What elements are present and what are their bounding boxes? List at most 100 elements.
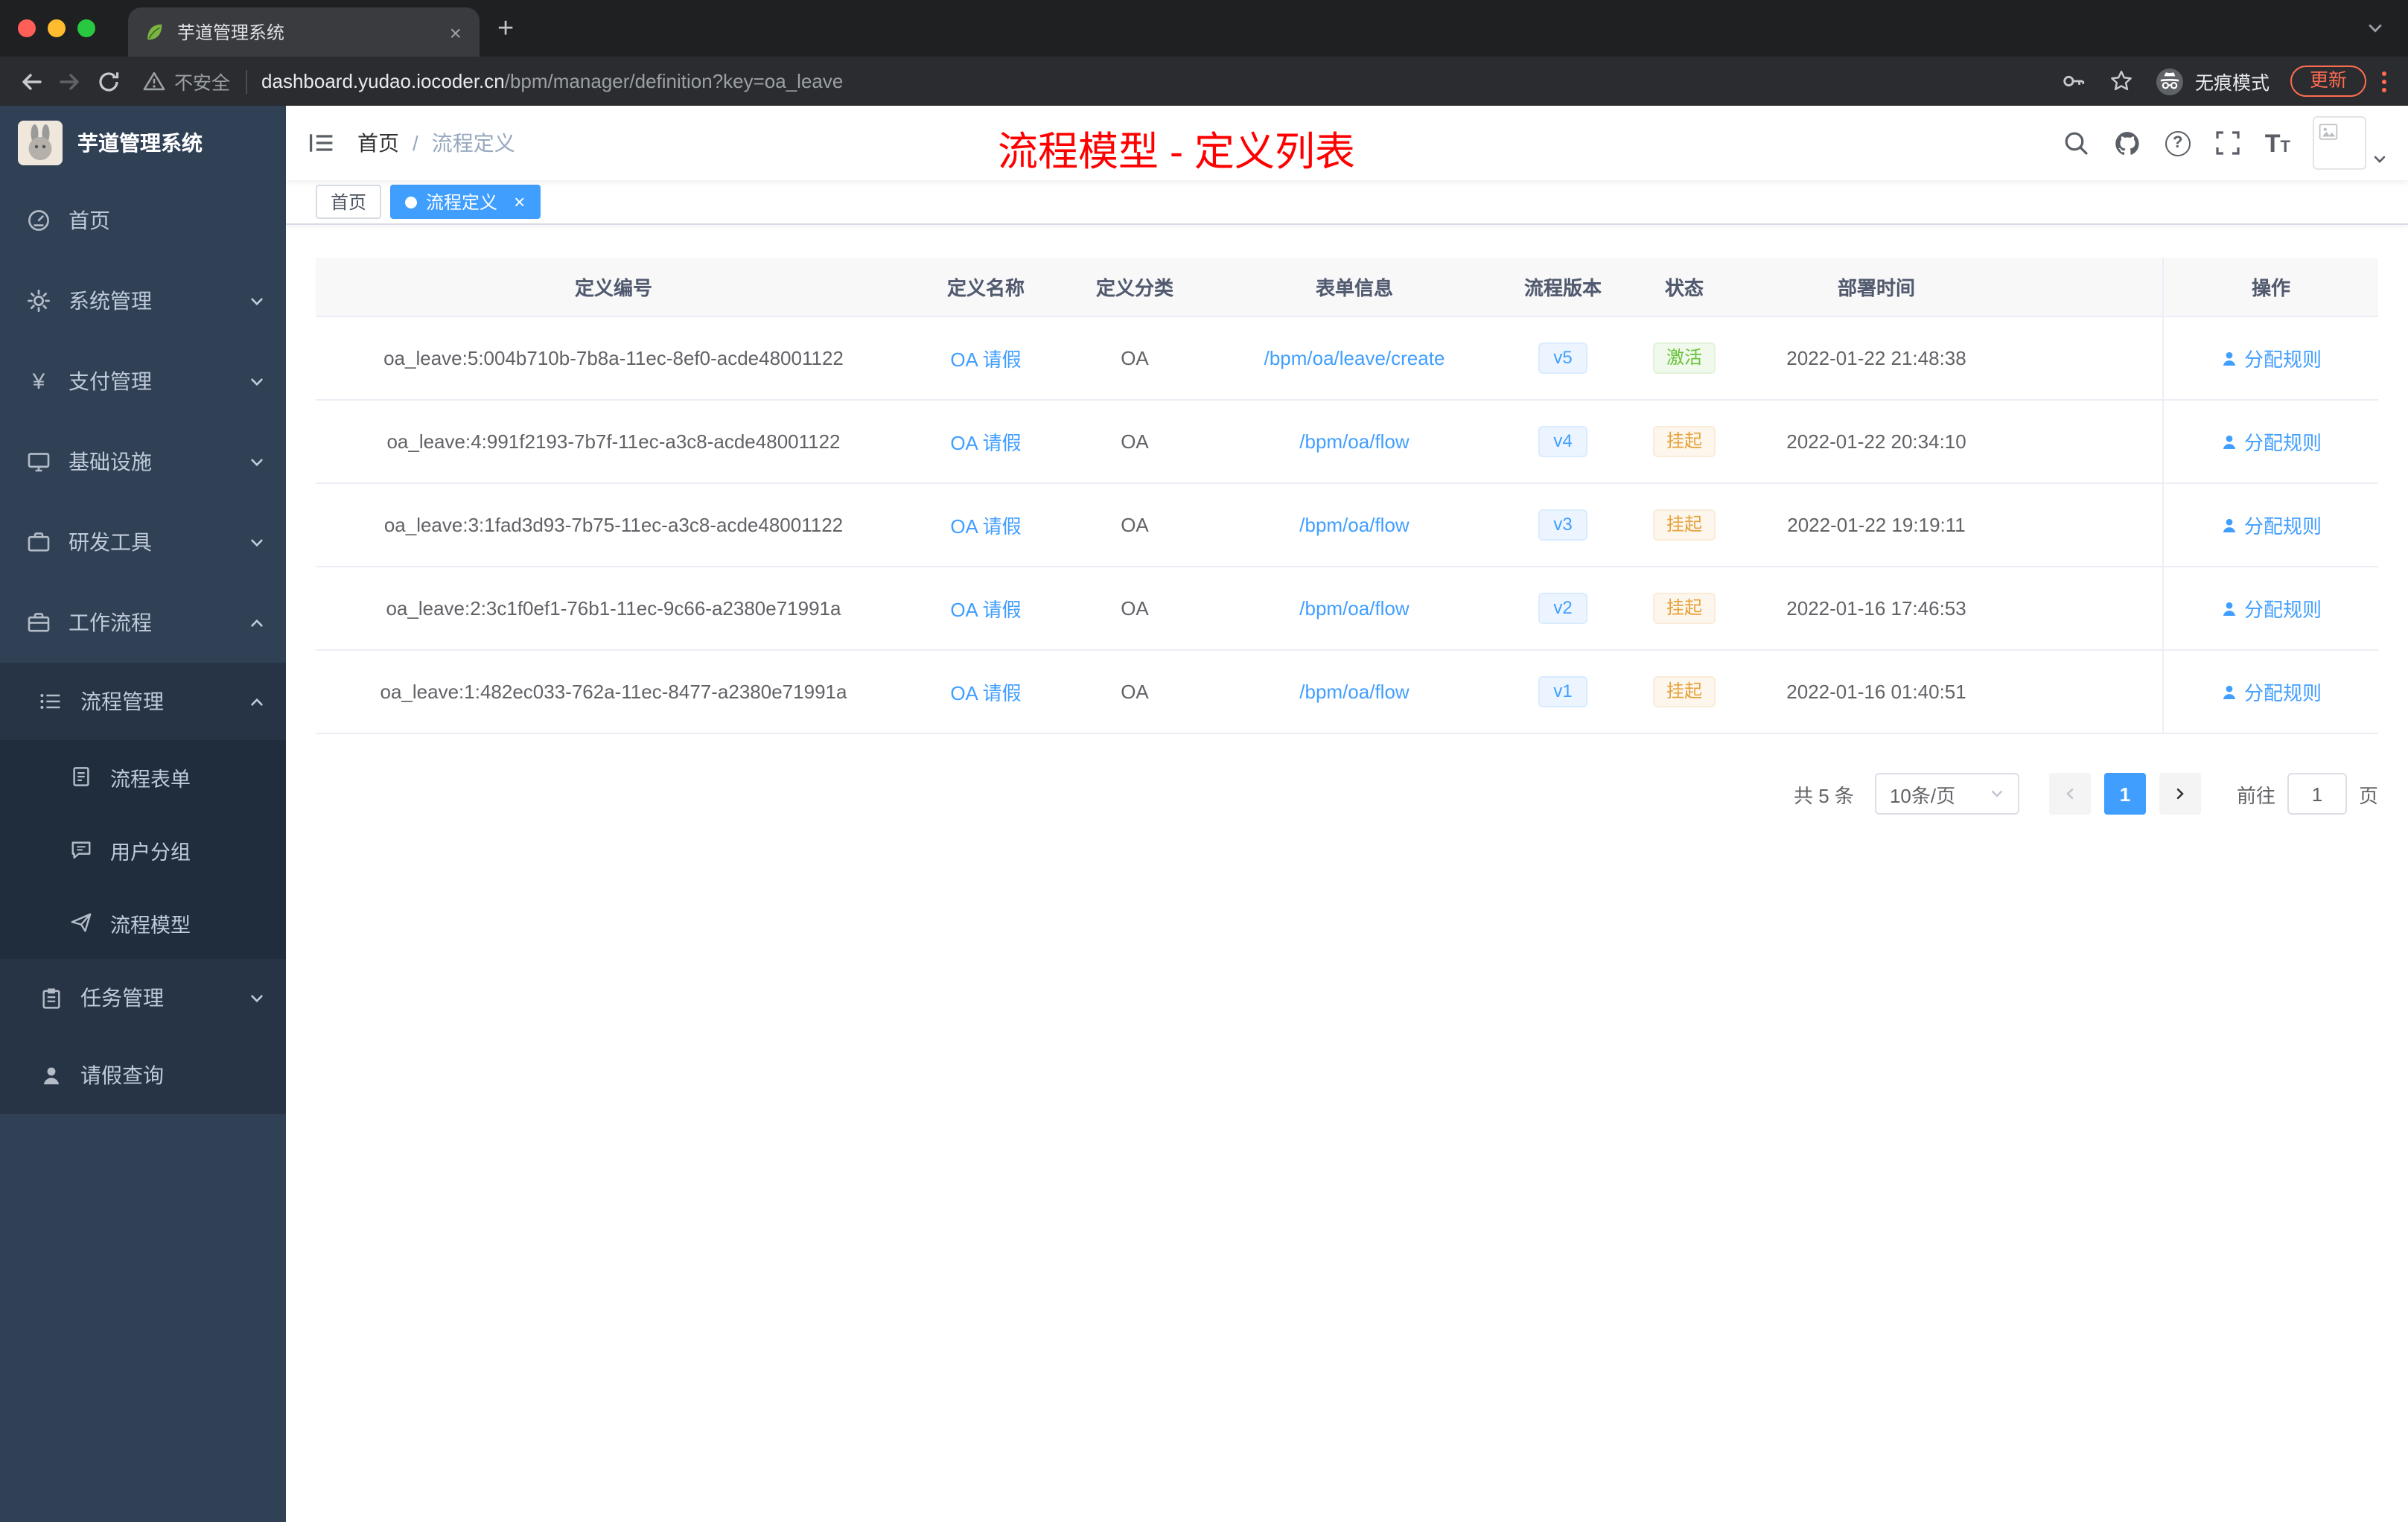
next-page-button[interactable] [2159, 773, 2201, 815]
assign-rule-link[interactable]: 分配规则 [2220, 594, 2322, 623]
chevron-down-icon [249, 534, 265, 550]
cell-definition-id: oa_leave:4:991f2193-7b7f-11ec-a3c8-acde4… [386, 430, 841, 453]
reload-icon[interactable] [89, 62, 128, 101]
tab-close-icon[interactable]: × [447, 22, 465, 42]
page-number-button[interactable]: 1 [2103, 773, 2146, 815]
chevron-up-icon [249, 614, 265, 631]
incognito-icon [2156, 68, 2183, 95]
version-badge: v3 [1538, 509, 1587, 541]
sidebar-item-label: 首页 [69, 208, 110, 232]
assign-rule-link[interactable]: 分配规则 [2220, 344, 2322, 372]
definition-name-link[interactable]: OA 请假 [950, 427, 1021, 456]
version-badge: v5 [1538, 342, 1587, 375]
main-area: 首页 / 流程定义 流程模型 - 定义列表 ? TT 首页 流程定义 × 定义编… [286, 106, 2408, 1522]
sidebar-item-home[interactable]: 首页 [0, 180, 286, 261]
sidebar-item-payment[interactable]: ¥ 支付管理 [0, 341, 286, 421]
search-icon[interactable] [2061, 128, 2091, 158]
column-header: 定义编号 [574, 277, 652, 299]
form-link[interactable]: /bpm/oa/flow [1299, 681, 1409, 703]
chevron-down-icon [249, 453, 265, 470]
cell-deploy-time: 2022-01-22 21:48:38 [1786, 347, 1966, 369]
tab-search-chevron-icon[interactable] [2366, 19, 2384, 37]
sidebar-item-process-management[interactable]: 流程管理 [0, 663, 286, 740]
sidebar-item-devtools[interactable]: 研发工具 [0, 502, 286, 582]
sidebar-toggle-hamburger-icon[interactable] [286, 106, 357, 180]
browser-tab[interactable]: 芋道管理系统 × [128, 7, 480, 57]
version-badge: v1 [1538, 675, 1587, 708]
sidebar-item-system[interactable]: 系统管理 [0, 261, 286, 341]
bookmark-star-icon[interactable] [2104, 63, 2140, 99]
form-link[interactable]: /bpm/oa/leave/create [1264, 347, 1445, 369]
font-size-icon[interactable]: TT [2265, 130, 2290, 156]
chat-users-icon [69, 838, 92, 862]
password-key-icon[interactable] [2057, 63, 2092, 99]
breadcrumb: 首页 / 流程定义 [357, 128, 515, 158]
document-icon [69, 765, 92, 789]
definition-name-link[interactable]: OA 请假 [950, 678, 1021, 706]
app-root: 芋道管理系统 首页 系统管理 ¥ 支付管理 基础设施 研发工具 工作流程 流程管… [0, 106, 2408, 1522]
assign-rule-link[interactable]: 分配规则 [2220, 678, 2322, 706]
breadcrumb-home[interactable]: 首页 [357, 128, 399, 158]
sidebar-item-user-groups[interactable]: 用户分组 [0, 813, 286, 886]
toolbar-divider [245, 69, 247, 93]
total-count: 共 5 条 [1794, 784, 1854, 806]
sidebar-item-process-form[interactable]: 流程表单 [0, 740, 286, 813]
sidebar-item-process-model[interactable]: 流程模型 [0, 886, 286, 959]
yen-icon: ¥ [32, 369, 45, 394]
cell-definition-id: oa_leave:2:3c1f0ef1-76b1-11ec-9c66-a2380… [386, 597, 841, 620]
definition-name-link[interactable]: OA 请假 [950, 511, 1021, 539]
definition-name-link[interactable]: OA 请假 [950, 344, 1021, 372]
table-row: oa_leave:5:004b710b-7b8a-11ec-8ef0-acde4… [316, 317, 2378, 401]
help-icon[interactable]: ? [2165, 130, 2191, 156]
person-icon [39, 1063, 63, 1087]
breadcrumb-current: 流程定义 [431, 131, 515, 155]
back-icon[interactable] [12, 62, 51, 101]
update-chrome-button[interactable]: 更新 [2290, 66, 2366, 97]
chevron-down-icon [1990, 786, 2004, 801]
maximize-window-button[interactable] [77, 19, 95, 37]
address-bar[interactable]: dashboard.yudao.iocoder.cn/bpm/manager/d… [261, 70, 843, 92]
sidebar-item-leave-query[interactable]: 请假查询 [0, 1037, 286, 1114]
new-tab-button[interactable]: + [497, 14, 514, 42]
prev-page-button[interactable] [2048, 773, 2091, 815]
cell-definition-id: oa_leave:5:004b710b-7b8a-11ec-8ef0-acde4… [383, 347, 844, 369]
table-row: oa_leave:1:482ec033-762a-11ec-8477-a2380… [316, 651, 2378, 734]
column-header: 流程版本 [1523, 277, 1602, 299]
minimize-window-button[interactable] [48, 19, 66, 37]
list-icon [39, 690, 63, 713]
person-icon [2223, 351, 2236, 365]
tag-process-definition[interactable]: 流程定义 × [390, 185, 541, 219]
github-icon[interactable] [2113, 128, 2143, 158]
assign-rule-link[interactable]: 分配规则 [2220, 427, 2322, 456]
column-header: 部署时间 [1837, 277, 1915, 299]
sidebar-item-task-management[interactable]: 任务管理 [0, 959, 286, 1037]
close-window-button[interactable] [18, 19, 36, 37]
tag-label: 首页 [331, 192, 367, 213]
form-link[interactable]: /bpm/oa/flow [1299, 514, 1409, 536]
form-link[interactable]: /bpm/oa/flow [1299, 597, 1409, 620]
sidebar: 芋道管理系统 首页 系统管理 ¥ 支付管理 基础设施 研发工具 工作流程 流程管… [0, 106, 286, 1522]
logo-avatar [18, 121, 63, 165]
page-size-select[interactable]: 10条/页 [1874, 773, 2019, 815]
goto-page: 前往 页 [2237, 773, 2378, 815]
forward-icon[interactable] [51, 62, 89, 101]
tag-close-icon[interactable]: × [514, 192, 525, 211]
user-avatar-menu[interactable] [2313, 116, 2387, 170]
sidebar-item-infrastructure[interactable]: 基础设施 [0, 421, 286, 502]
definition-name-link[interactable]: OA 请假 [950, 594, 1021, 623]
sidebar-logo[interactable]: 芋道管理系统 [0, 106, 286, 180]
cell-deploy-time: 2022-01-16 17:46:53 [1786, 597, 1966, 620]
fullscreen-icon[interactable] [2213, 128, 2243, 158]
goto-page-input[interactable] [2287, 773, 2347, 815]
assign-rule-link[interactable]: 分配规则 [2220, 511, 2322, 539]
security-chip[interactable]: 不安全 [143, 67, 230, 95]
column-header: 状态 [1664, 277, 1704, 299]
tag-home[interactable]: 首页 [316, 185, 382, 219]
form-link[interactable]: /bpm/oa/flow [1299, 430, 1409, 453]
version-badge: v2 [1538, 592, 1587, 625]
sidebar-item-label: 用户分组 [110, 841, 191, 863]
pagination: 共 5 条 10条/页 1 前往 页 [316, 773, 2378, 815]
sidebar-item-label: 研发工具 [69, 530, 152, 554]
sidebar-item-workflow[interactable]: 工作流程 [0, 582, 286, 663]
browser-menu-kebab-icon[interactable] [2381, 69, 2387, 93]
